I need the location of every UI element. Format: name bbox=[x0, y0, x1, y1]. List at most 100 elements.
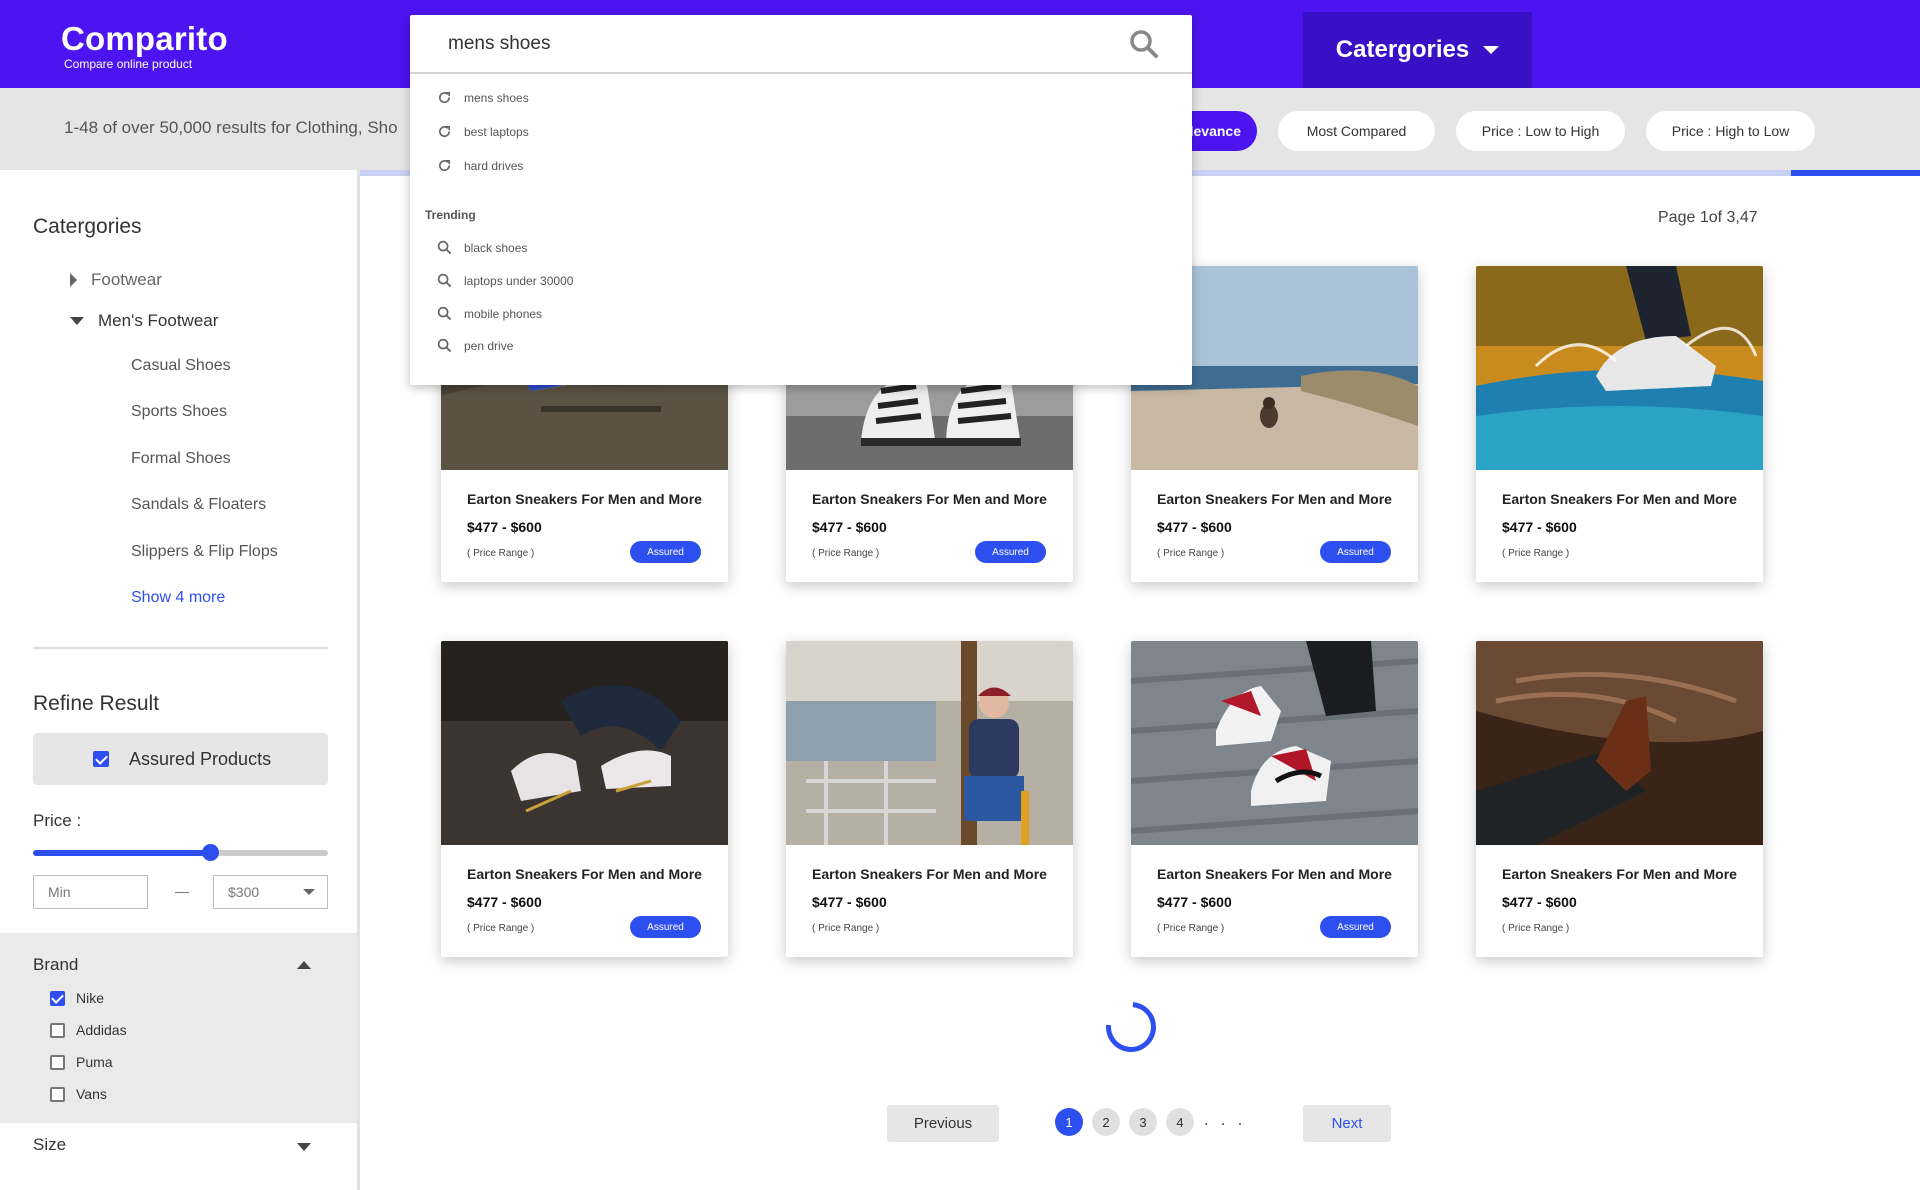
tree-item-label: Men's Footwear bbox=[98, 311, 219, 330]
brand-checkbox[interactable] bbox=[50, 1022, 65, 1038]
brand-checkbox[interactable] bbox=[50, 1086, 65, 1102]
history-icon bbox=[439, 159, 451, 172]
subcategory-slippers-flip-flops[interactable]: Slippers & Flip Flops bbox=[131, 543, 278, 561]
sort-label: Price : High to Low bbox=[1671, 123, 1790, 139]
brand-option-puma[interactable]: Puma bbox=[50, 1054, 113, 1070]
assured-badge: Assured bbox=[1320, 541, 1391, 563]
suggestion-label: mens shoes bbox=[464, 90, 529, 105]
suggestion-trending[interactable]: pen drive bbox=[437, 338, 513, 353]
suggestion-recent[interactable]: mens shoes bbox=[437, 90, 529, 105]
brand-checkbox[interactable] bbox=[50, 1054, 65, 1070]
search-input[interactable] bbox=[448, 27, 1108, 61]
product-card[interactable]: Earton Sneakers For Men and More $477 - … bbox=[1476, 641, 1763, 957]
loading-progress-fill bbox=[1791, 170, 1920, 176]
next-button[interactable]: Next bbox=[1303, 1105, 1391, 1142]
sort-most-compared[interactable]: Most Compared bbox=[1278, 111, 1435, 151]
product-title[interactable]: Earton Sneakers For Men and More bbox=[1502, 491, 1737, 507]
product-card[interactable]: Earton Sneakers For Men and More $477 - … bbox=[1131, 641, 1418, 957]
next-label: Next bbox=[1331, 1115, 1363, 1132]
sort-price-high-low[interactable]: Price : High to Low bbox=[1646, 111, 1815, 151]
suggestion-recent[interactable]: best laptops bbox=[437, 124, 529, 139]
brand-option-vans[interactable]: Vans bbox=[50, 1086, 107, 1102]
page-4-button[interactable]: 4 bbox=[1166, 1108, 1194, 1136]
product-title[interactable]: Earton Sneakers For Men and More bbox=[467, 866, 702, 882]
price-min-input[interactable]: Min bbox=[33, 875, 148, 909]
assured-checkbox[interactable] bbox=[93, 751, 109, 767]
categories-heading: Catergories bbox=[33, 215, 142, 238]
brand-label: Vans bbox=[76, 1086, 107, 1102]
search-icon bbox=[437, 338, 452, 353]
subcategory-sandals-floaters[interactable]: Sandals & Floaters bbox=[131, 496, 266, 514]
range-dash bbox=[175, 892, 189, 893]
product-title[interactable]: Earton Sneakers For Men and More bbox=[1157, 491, 1392, 507]
sort-label: Price : Low to High bbox=[1481, 123, 1600, 139]
show-more-link[interactable]: Show 4 more bbox=[131, 589, 225, 607]
categories-button[interactable]: Catergories bbox=[1303, 12, 1532, 88]
product-card[interactable]: Earton Sneakers For Men and More $477 - … bbox=[1476, 266, 1763, 582]
sidebar: Catergories Footwear Men's Footwear Casu… bbox=[0, 170, 360, 1190]
chevron-down-icon[interactable] bbox=[297, 1143, 311, 1151]
price-slider-fill bbox=[33, 850, 210, 856]
brand-option-nike[interactable]: Nike bbox=[50, 990, 104, 1006]
product-image bbox=[1476, 266, 1763, 470]
price-slider[interactable] bbox=[33, 844, 328, 861]
suggestion-trending[interactable]: mobile phones bbox=[437, 306, 542, 321]
page-1-button[interactable]: 1 bbox=[1055, 1108, 1083, 1136]
product-price-range-label: ( Price Range ) bbox=[467, 548, 535, 559]
suggestion-label: hard drives bbox=[464, 158, 524, 173]
brand-label: Addidas bbox=[76, 1022, 127, 1038]
refine-heading: Refine Result bbox=[33, 692, 160, 715]
size-heading[interactable]: Size bbox=[33, 1135, 66, 1155]
subcategory-sports-shoes[interactable]: Sports Shoes bbox=[131, 403, 227, 421]
tree-item-footwear[interactable]: Footwear bbox=[70, 270, 162, 290]
results-summary: 1-48 of over 50,000 results for Clothing… bbox=[64, 118, 398, 137]
tree-item-mens-footwear[interactable]: Men's Footwear bbox=[70, 311, 218, 331]
assured-badge: Assured bbox=[1320, 916, 1391, 938]
price-label: Price : bbox=[33, 811, 82, 830]
product-price-range-label: ( Price Range ) bbox=[1502, 923, 1570, 934]
suggestion-label: black shoes bbox=[464, 240, 528, 255]
logo-tagline: Compare online product bbox=[64, 57, 193, 71]
previous-button[interactable]: Previous bbox=[887, 1105, 999, 1142]
chevron-down-icon bbox=[303, 889, 315, 895]
price-min-placeholder: Min bbox=[48, 884, 71, 900]
brand-checkbox[interactable] bbox=[50, 990, 65, 1006]
suggestion-trending[interactable]: black shoes bbox=[437, 240, 527, 255]
price-max-select[interactable]: $300 bbox=[213, 875, 328, 909]
previous-label: Previous bbox=[913, 1115, 973, 1132]
assured-label: Assured Products bbox=[129, 748, 272, 769]
sort-relevance-label: levance bbox=[1189, 123, 1241, 139]
assured-products-toggle[interactable]: Assured Products bbox=[33, 733, 328, 785]
pagination-ellipsis: . . . bbox=[1204, 1112, 1247, 1129]
product-card[interactable]: Earton Sneakers For Men and More $477 - … bbox=[786, 641, 1073, 957]
product-title[interactable]: Earton Sneakers For Men and More bbox=[812, 866, 1047, 882]
chevron-up-icon[interactable] bbox=[297, 961, 311, 969]
logo[interactable]: Comparito Compare online product bbox=[61, 20, 228, 71]
product-price: $477 - $600 bbox=[467, 519, 542, 535]
subcategory-formal-shoes[interactable]: Formal Shoes bbox=[131, 450, 231, 468]
product-title[interactable]: Earton Sneakers For Men and More bbox=[467, 491, 702, 507]
search-dropdown: mens shoes best laptops hard drives Tren… bbox=[410, 15, 1192, 385]
search-icon[interactable] bbox=[1129, 29, 1159, 59]
product-image bbox=[786, 641, 1073, 845]
product-title[interactable]: Earton Sneakers For Men and More bbox=[812, 491, 1047, 507]
page-info: Page 1of 3,47 bbox=[1658, 209, 1758, 226]
suggestion-trending[interactable]: laptops under 30000 bbox=[437, 273, 573, 288]
subcategory-casual-shoes[interactable]: Casual Shoes bbox=[131, 357, 231, 375]
price-slider-handle[interactable] bbox=[202, 844, 219, 861]
brand-filter-section: Brand Nike Addidas Puma Vans bbox=[0, 933, 357, 1123]
brand-option-addidas[interactable]: Addidas bbox=[50, 1022, 127, 1038]
page-3-button[interactable]: 3 bbox=[1129, 1108, 1157, 1136]
sort-price-low-high[interactable]: Price : Low to High bbox=[1456, 111, 1625, 151]
brand-heading: Brand bbox=[33, 955, 79, 974]
product-price: $477 - $600 bbox=[1157, 894, 1232, 910]
product-price: $477 - $600 bbox=[467, 894, 542, 910]
product-price: $477 - $600 bbox=[1502, 519, 1577, 535]
page-2-button[interactable]: 2 bbox=[1092, 1108, 1120, 1136]
product-title[interactable]: Earton Sneakers For Men and More bbox=[1502, 866, 1737, 882]
suggestion-recent[interactable]: hard drives bbox=[437, 158, 523, 173]
product-card[interactable]: Earton Sneakers For Men and More $477 - … bbox=[441, 641, 728, 957]
divider bbox=[33, 647, 328, 649]
product-title[interactable]: Earton Sneakers For Men and More bbox=[1157, 866, 1392, 882]
suggestion-label: best laptops bbox=[464, 124, 529, 139]
